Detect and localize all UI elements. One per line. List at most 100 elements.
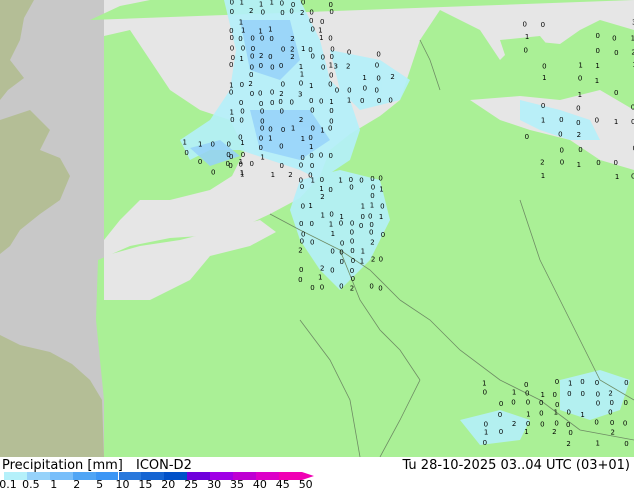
precip-value-marker: 0 (567, 390, 571, 398)
precip-value-marker: 0 (250, 160, 254, 168)
precip-value-marker: 0 (499, 428, 503, 436)
map-canvas: 0 1 1 1 0 0 0 00 2 0 0 0 2 0 01 0 00 1 1 1 0 10 0 0 0 0 2 1 00 0 0 0 2 1 0… (0, 0, 634, 457)
precip-value-marker: 1 (526, 410, 530, 418)
precip-value-marker: 0 (310, 284, 314, 292)
precip-value-marker: 0 (259, 62, 263, 70)
precip-value-marker: 0 (268, 53, 272, 61)
precip-value-marker: 0 (558, 131, 562, 139)
precip-value-marker: 2 (577, 131, 581, 139)
precip-value-marker: 0 (329, 211, 333, 219)
precip-value-marker: 1 (301, 45, 305, 53)
precip-value-marker: 0 (339, 220, 343, 228)
precip-value-marker: 0 (340, 239, 344, 247)
precip-value-marker: 0 (350, 219, 354, 227)
precip-value-marker: 0 (608, 408, 612, 416)
precip-value-marker: 1 (308, 202, 312, 210)
precip-value-marker: 0 (300, 238, 304, 246)
precip-value-marker: 0 (310, 53, 314, 61)
precip-value-marker: 1 (329, 61, 333, 69)
precip-value-marker: 0 (368, 212, 372, 220)
precip-value-marker: 0 (330, 247, 334, 255)
precip-value-marker: 1 (595, 62, 599, 70)
precip-value-marker: 0 (339, 282, 343, 290)
precip-value-marker: 1 (239, 18, 243, 26)
precip-value-marker: 2 (608, 389, 612, 397)
precip-value-marker: 0 (310, 26, 314, 34)
precip-value-marker: 2 (390, 73, 394, 81)
precip-value-marker: 0 (566, 421, 570, 429)
precip-value-marker: 0 (226, 140, 230, 148)
precip-value-marker: 0 (524, 46, 528, 54)
precip-value-marker: 0 (610, 399, 614, 407)
precip-value-marker: 0 (511, 398, 515, 406)
precip-value-marker: 0 (281, 126, 285, 134)
precip-value-marker: 1 (240, 169, 244, 177)
precip-value-marker: 0 (623, 399, 627, 407)
precip-value-marker: 0 (360, 97, 364, 105)
precip-value-marker: 2 (540, 159, 544, 167)
precip-value-marker: 1 (268, 25, 272, 33)
precip-value-marker: 0 (280, 9, 284, 17)
precip-value-marker: 1 (269, 0, 273, 7)
precip-value-marker: 1 (524, 428, 528, 436)
precip-value-marker: 0 (349, 183, 353, 191)
precip-value-marker: 2 (370, 238, 374, 246)
precip-value-marker: 0 (321, 63, 325, 71)
precip-value-marker: 1 (512, 389, 516, 397)
precip-value-marker: 1 (241, 26, 245, 34)
precip-value-marker: 0 (595, 47, 599, 55)
precip-value-marker: 2 (290, 35, 294, 43)
precip-value-marker: 1 (259, 0, 263, 8)
precip-value-marker: 0 (614, 49, 618, 57)
precip-value-marker: 0 (329, 72, 333, 80)
precip-value-marker: 0 (612, 35, 616, 43)
precip-value-marker: 1 (578, 62, 582, 70)
precip-value-marker: 0 (268, 126, 272, 134)
precip-value-marker: 0 (270, 64, 274, 72)
precip-value-marker: 0 (309, 17, 313, 25)
precip-value-marker: 1 (268, 135, 272, 143)
precip-value-marker: 0 (310, 162, 314, 170)
precip-value-marker: 0 (261, 8, 265, 16)
precip-value-marker: 0 (280, 0, 284, 7)
precip-value-marker: 1 (361, 247, 365, 255)
precip-value-marker: 0 (299, 220, 303, 228)
precip-value-marker: 0 (260, 107, 264, 115)
precip-value-marker: 2 (300, 9, 304, 17)
precip-value-marker: 0 (226, 151, 230, 159)
precip-value-marker: 0 (483, 388, 487, 396)
precip-value-marker: 0 (578, 74, 582, 82)
precip-value-marker: 1 (240, 139, 244, 147)
precip-value-marker: 0 (499, 400, 503, 408)
precip-value-marker: 0 (595, 117, 599, 125)
precip-value-marker: 0 (308, 134, 312, 142)
precip-value-marker: 1 (578, 91, 582, 99)
precip-value-marker: 2 (299, 116, 303, 124)
precip-value-marker: 1 (554, 408, 558, 416)
precip-value-marker: 2 (346, 63, 350, 71)
precip-value-marker: 0 (484, 420, 488, 428)
color-scale-tick-label: 35 (230, 478, 244, 491)
precip-value-marker: 0 (259, 144, 263, 152)
precip-value-marker: 0 (309, 8, 313, 16)
precip-value-marker: 0 (359, 177, 363, 185)
valid-time: Tu 28-10-2025 03..04 UTC (03+01) (402, 458, 630, 473)
precip-value-marker: 1 (370, 202, 374, 210)
precip-value-marker: 0 (309, 152, 313, 160)
precip-value-marker: 0 (259, 134, 263, 142)
precip-value-marker: 1 (484, 429, 488, 437)
precipitation-map-view: 0111000002000200100011101000002100000210… (0, 0, 634, 491)
color-scale-tick-label: 45 (275, 478, 290, 491)
precip-value-marker: 2 (320, 193, 324, 201)
precip-value-marker: 0 (526, 420, 530, 428)
precip-value-marker: 1 (318, 274, 322, 282)
precip-value-marker: 0 (554, 419, 558, 427)
precip-value-marker: 0 (329, 152, 333, 160)
precip-value-marker: 0 (320, 176, 324, 184)
precip-value-marker: 1 (301, 135, 305, 143)
precip-value-marker: 0 (379, 255, 383, 263)
precip-value-marker: 0 (525, 133, 529, 141)
precip-value-marker: 0 (560, 158, 564, 166)
precip-value-marker: 0 (281, 80, 285, 88)
precip-value-marker: 0 (299, 161, 303, 169)
